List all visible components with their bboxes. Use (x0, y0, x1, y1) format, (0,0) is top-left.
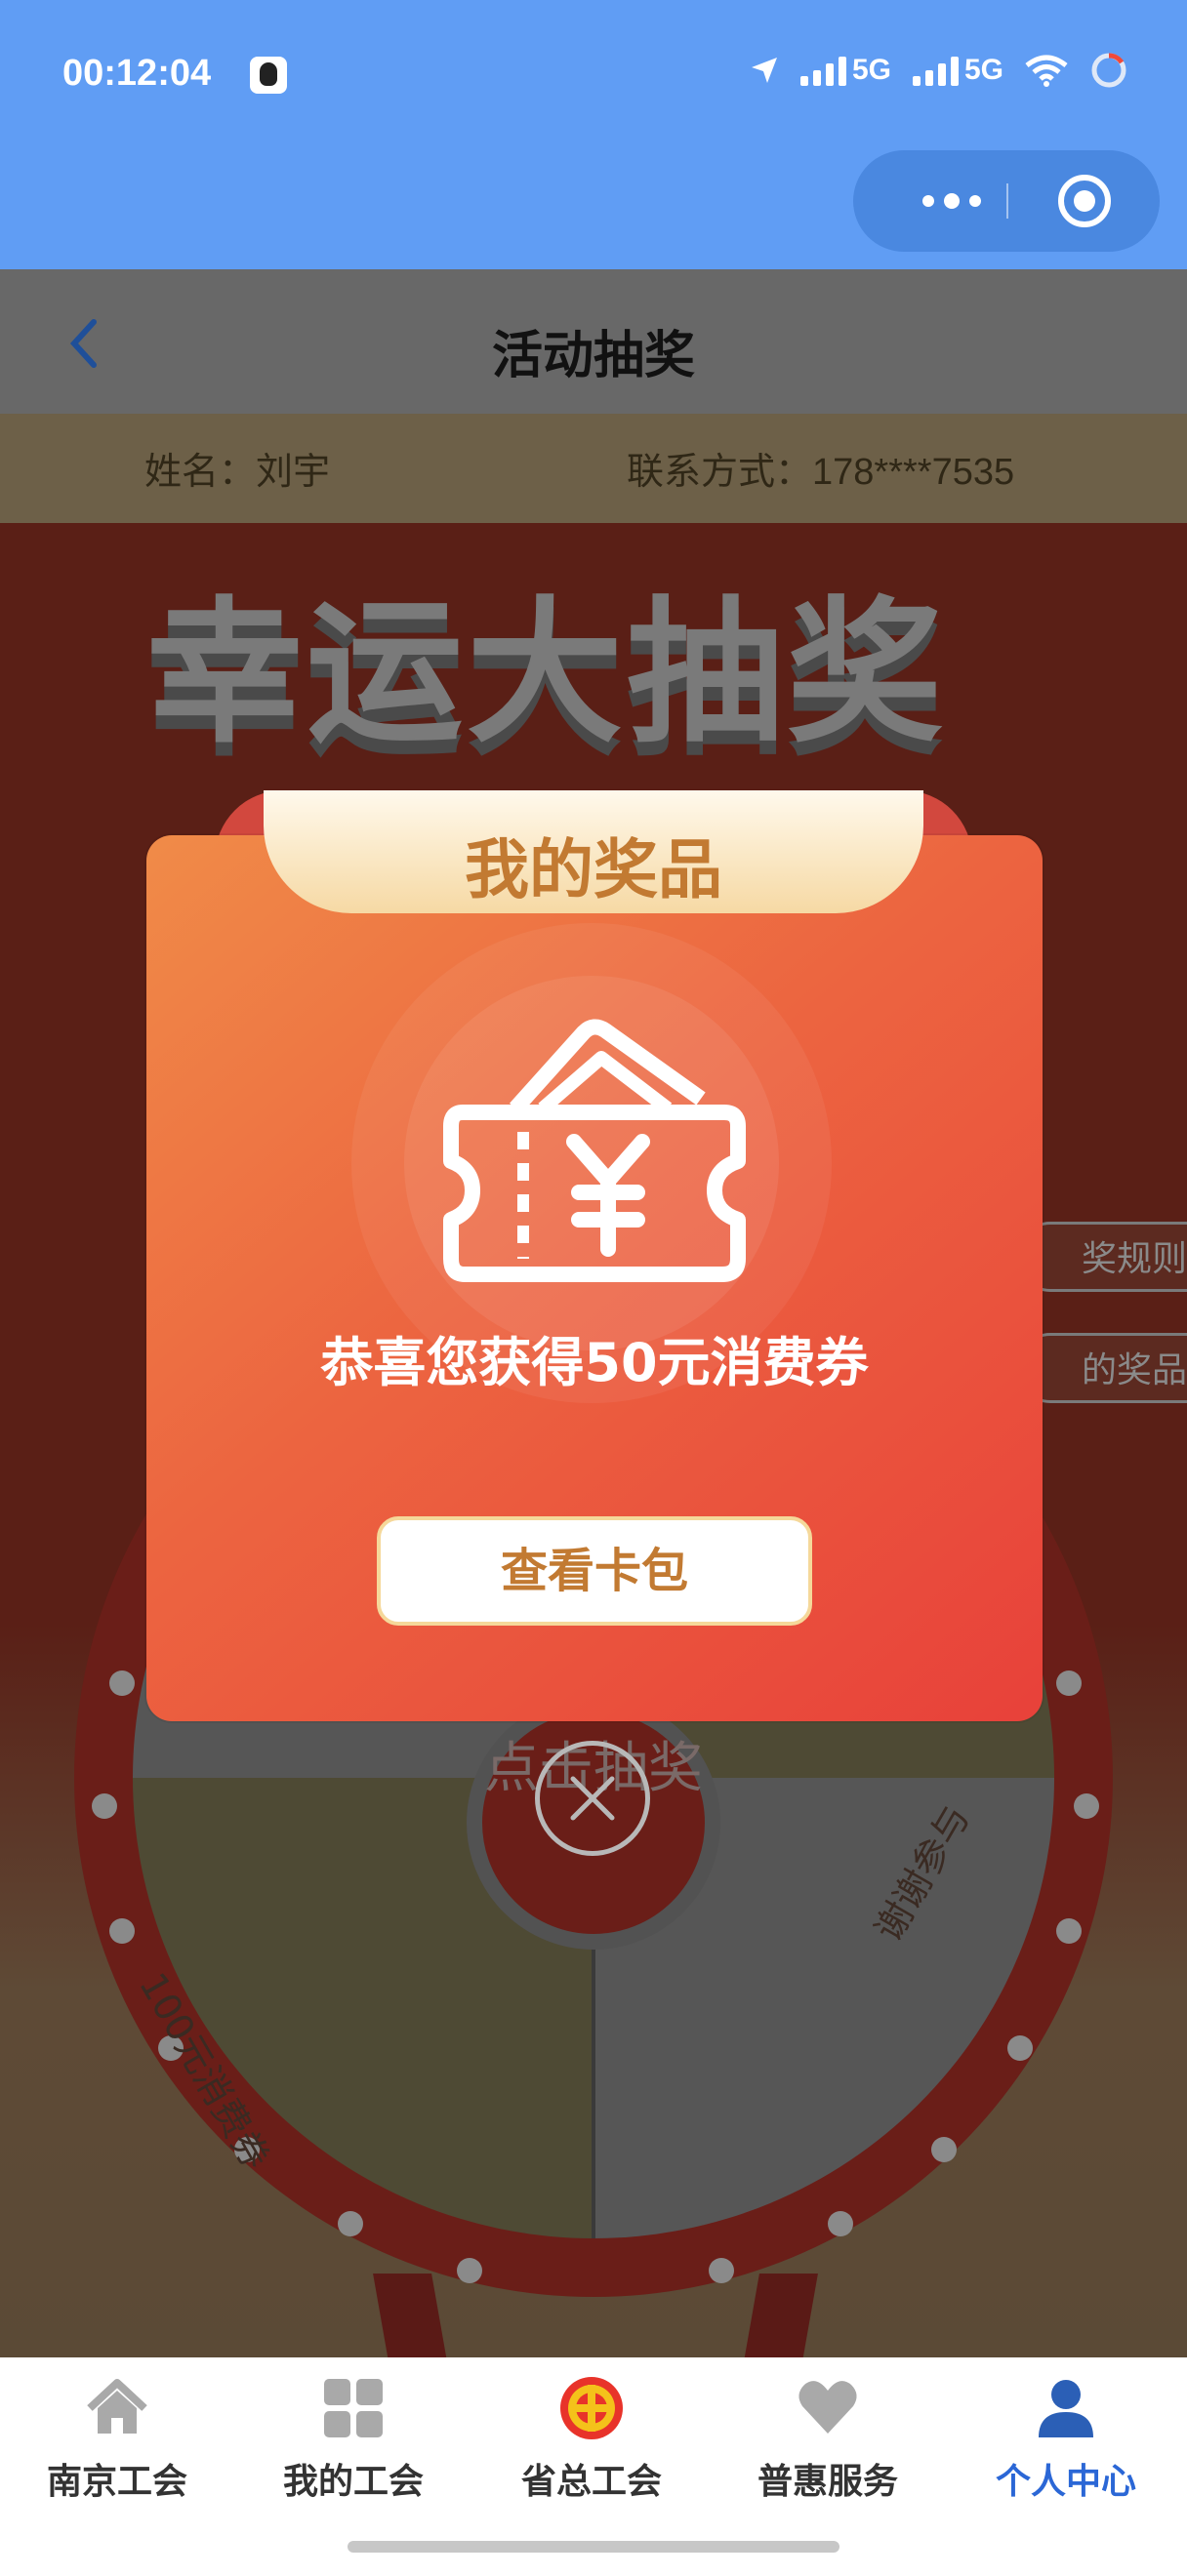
wheel-bulb (1056, 1670, 1082, 1696)
name-value: 刘宇 (256, 450, 331, 493)
wifi-icon (1025, 55, 1068, 87)
close-modal-button[interactable] (535, 1741, 650, 1856)
lucky-draw-banner: 幸运大抽奖 (146, 582, 948, 764)
heart-icon (798, 2381, 857, 2434)
name-label: 姓名： (144, 450, 257, 493)
tab-label: 普惠服务 (757, 2462, 898, 2502)
status-icons: 5G 5G (750, 51, 1128, 90)
location-arrow-icon (751, 58, 777, 83)
tab-label: 我的工会 (282, 2462, 424, 2502)
person-icon (1039, 2380, 1093, 2437)
wheel-bulb (828, 2211, 853, 2236)
wheel-bulb (931, 2137, 957, 2162)
wheel-bulb (1074, 1793, 1099, 1819)
name-field: 姓名：刘宇 (144, 441, 330, 495)
more-icon[interactable] (898, 150, 1005, 252)
home-icon (87, 2379, 147, 2434)
grid-icon (324, 2379, 383, 2437)
home-indicator (348, 2541, 839, 2553)
tab-label: 南京工会 (46, 2462, 187, 2502)
view-card-wallet-button[interactable]: 查看卡包 (377, 1516, 812, 1626)
close-icon (570, 1776, 615, 1821)
tab-personal-center[interactable]: 个人中心 (968, 2375, 1164, 2502)
tab-label: 个人中心 (995, 2462, 1136, 2502)
tab-benefit-services[interactable]: 普惠服务 (730, 2375, 925, 2502)
signal-icon-2 (912, 55, 959, 86)
wheel-bulb (109, 1918, 135, 1944)
page-title: 活动抽奖 (491, 327, 695, 385)
tab-provincial-union[interactable]: 省总工会 (494, 2375, 689, 2502)
wheel-bulb (709, 2258, 734, 2283)
wheel-bulb (109, 1670, 135, 1696)
contact-label: 联系方式： (627, 450, 813, 493)
tab-nanjing-union[interactable]: 南京工会 (20, 2375, 215, 2502)
network-label-1: 5G (851, 54, 891, 86)
wheel-bulb (1056, 1918, 1082, 1944)
prize-message: 恭喜您获得50元消费券 (320, 1332, 869, 1393)
contact-field: 联系方式：178****7535 (627, 441, 1014, 495)
wheel-bulb (457, 2258, 482, 2283)
signal-icon-1 (799, 55, 846, 86)
tab-my-union[interactable]: 我的工会 (256, 2375, 451, 2502)
qq-notification-icon (250, 57, 287, 94)
wheel-bulb (338, 2211, 363, 2236)
union-emblem-icon (560, 2377, 623, 2439)
close-miniprogram-icon[interactable] (1058, 175, 1111, 227)
modal-title: 我的奖品 (465, 832, 722, 907)
network-label-2: 5G (963, 54, 1003, 86)
battery-ring-icon (1091, 53, 1126, 88)
wheel-bulb (92, 1793, 117, 1819)
capsule-divider (1006, 183, 1008, 219)
status-time: 00:12:04 (62, 53, 212, 94)
tab-label: 省总工会 (520, 2462, 662, 2502)
coupon-wallet-icon (443, 1019, 746, 1282)
wheel-bulb (1007, 2035, 1033, 2061)
miniprogram-capsule (853, 150, 1160, 252)
contact-value: 178****7535 (812, 452, 1015, 493)
